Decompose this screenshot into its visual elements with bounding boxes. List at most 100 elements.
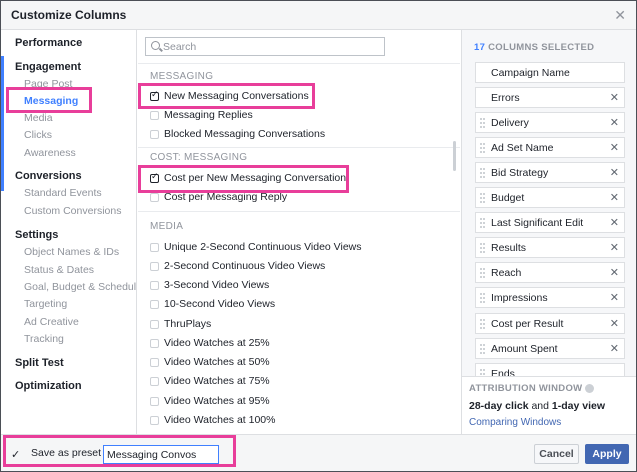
- checkbox-checked[interactable]: [150, 172, 159, 183]
- remove-column-icon[interactable]: ✕: [610, 116, 619, 129]
- checkbox[interactable]: [150, 262, 159, 271]
- title-bar: Customize Columns ✕: [1, 1, 636, 30]
- selected-column-item[interactable]: Bid Strategy ✕: [475, 162, 625, 183]
- metric-label: Blocked Messaging Conversations: [164, 128, 326, 140]
- nav-settings[interactable]: Settings: [15, 229, 58, 241]
- nav-page-post[interactable]: Page Post: [24, 78, 72, 90]
- nav-object-names[interactable]: Object Names & IDs: [24, 246, 119, 258]
- search-input[interactable]: Search: [145, 37, 385, 56]
- remove-column-icon[interactable]: ✕: [610, 317, 619, 330]
- checkbox[interactable]: [150, 130, 159, 139]
- close-icon[interactable]: ✕: [614, 7, 626, 24]
- nav-custom-conversions[interactable]: Custom Conversions: [24, 205, 121, 217]
- checkbox[interactable]: [150, 397, 159, 406]
- selected-columns-panel: 17 COLUMNS SELECTED Campaign Name Errors…: [461, 30, 636, 434]
- attribution-view: 1-day view: [551, 400, 606, 412]
- metric-label: ThruPlays: [164, 318, 212, 330]
- metric-label: Unique 2-Second Continuous Video Views: [164, 241, 362, 253]
- divider: [138, 63, 460, 64]
- checkbox[interactable]: [150, 377, 159, 386]
- section-media: MEDIA: [150, 221, 184, 232]
- nav-tracking[interactable]: Tracking: [24, 333, 64, 345]
- remove-column-icon[interactable]: ✕: [610, 216, 619, 229]
- checkbox[interactable]: [150, 281, 159, 290]
- selected-column-item[interactable]: Ad Set Name ✕: [475, 137, 625, 158]
- remove-column-icon[interactable]: ✕: [610, 191, 619, 204]
- column-label: Bid Strategy: [491, 167, 549, 179]
- remove-column-icon[interactable]: ✕: [610, 141, 619, 154]
- selected-column-item[interactable]: Budget ✕: [475, 187, 625, 208]
- column-label: Amount Spent: [491, 343, 558, 355]
- nav-performance[interactable]: Performance: [15, 37, 82, 49]
- selected-column-item[interactable]: Cost per Result ✕: [475, 313, 625, 334]
- nav-optimization[interactable]: Optimization: [15, 380, 82, 392]
- selected-column-item: Campaign Name: [475, 62, 625, 83]
- drag-handle-icon[interactable]: [480, 118, 485, 128]
- checkbox[interactable]: [150, 243, 159, 252]
- checkbox-checked[interactable]: [150, 90, 159, 101]
- nav-media[interactable]: Media: [24, 112, 53, 124]
- drag-handle-icon[interactable]: [480, 193, 485, 203]
- checkbox[interactable]: [150, 300, 159, 309]
- drag-handle-icon[interactable]: [480, 143, 485, 153]
- metric-label: Video Watches at 100%: [164, 414, 276, 426]
- selected-count: 17: [474, 42, 486, 53]
- selected-column-item[interactable]: Results ✕: [475, 237, 625, 258]
- metrics-list: Search MESSAGING New Messaging Conversat…: [138, 30, 460, 434]
- drag-handle-icon[interactable]: [480, 319, 485, 329]
- metric-label: 2-Second Continuous Video Views: [164, 260, 326, 272]
- column-label: Impressions: [491, 292, 548, 304]
- drag-handle-icon[interactable]: [480, 293, 485, 303]
- remove-column-icon[interactable]: ✕: [610, 266, 619, 279]
- metric-label: Cost per New Messaging Conversation: [164, 172, 347, 184]
- drag-handle-icon[interactable]: [480, 243, 485, 253]
- remove-column-icon[interactable]: ✕: [610, 241, 619, 254]
- checkbox[interactable]: [150, 320, 159, 329]
- section-cost-messaging: COST: MESSAGING: [150, 152, 248, 163]
- selected-column-item[interactable]: Delivery ✕: [475, 112, 625, 133]
- nav-ad-creative[interactable]: Ad Creative: [24, 316, 79, 328]
- nav-standard-events[interactable]: Standard Events: [24, 187, 102, 199]
- list-scrollbar[interactable]: [453, 141, 456, 171]
- nav-messaging[interactable]: Messaging: [24, 95, 78, 107]
- nav-engagement[interactable]: Engagement: [15, 61, 81, 73]
- metric-label: Messaging Replies: [164, 109, 253, 121]
- remove-column-icon[interactable]: ✕: [610, 342, 619, 355]
- attribution-window: ATTRIBUTION WINDOW 28-day click and 1-da…: [462, 376, 636, 434]
- apply-button[interactable]: Apply: [585, 444, 629, 464]
- drag-handle-icon[interactable]: [480, 344, 485, 354]
- selected-column-item[interactable]: Impressions ✕: [475, 287, 625, 308]
- checkbox[interactable]: [150, 111, 159, 120]
- drag-handle-icon[interactable]: [480, 218, 485, 228]
- selected-column-item[interactable]: Amount Spent ✕: [475, 338, 625, 359]
- checkbox[interactable]: [150, 339, 159, 348]
- column-label: Last Significant Edit: [491, 217, 584, 229]
- column-label: Cost per Result: [491, 318, 564, 330]
- category-nav: Performance Engagement Page Post Messagi…: [1, 30, 137, 434]
- nav-clicks[interactable]: Clicks: [24, 129, 52, 141]
- save-preset-checkbox[interactable]: ✓: [11, 448, 20, 461]
- checkbox[interactable]: [150, 358, 159, 367]
- checkbox[interactable]: [150, 193, 159, 202]
- nav-awareness[interactable]: Awareness: [24, 147, 76, 159]
- nav-goal-budget[interactable]: Goal, Budget & Schedule: [24, 281, 136, 293]
- metric-label: Video Watches at 25%: [164, 337, 270, 349]
- info-icon[interactable]: [585, 384, 594, 393]
- nav-split-test[interactable]: Split Test: [15, 357, 64, 369]
- selected-column-item[interactable]: Reach ✕: [475, 262, 625, 283]
- remove-column-icon[interactable]: ✕: [610, 91, 619, 104]
- nav-conversions[interactable]: Conversions: [15, 170, 82, 182]
- nav-status-dates[interactable]: Status & Dates: [24, 264, 94, 276]
- remove-column-icon[interactable]: ✕: [610, 291, 619, 304]
- drag-handle-icon[interactable]: [480, 168, 485, 178]
- selected-column-item[interactable]: Last Significant Edit ✕: [475, 212, 625, 233]
- remove-column-icon[interactable]: ✕: [610, 166, 619, 179]
- drag-handle-icon[interactable]: [480, 268, 485, 278]
- nav-targeting[interactable]: Targeting: [24, 298, 67, 310]
- preset-name-input[interactable]: [103, 445, 219, 464]
- checkbox[interactable]: [150, 416, 159, 425]
- metric-label: Video Watches at 50%: [164, 356, 270, 368]
- selected-column-item: Errors ✕: [475, 87, 625, 108]
- comparing-windows-link[interactable]: Comparing Windows: [469, 417, 561, 428]
- cancel-button[interactable]: Cancel: [534, 444, 579, 464]
